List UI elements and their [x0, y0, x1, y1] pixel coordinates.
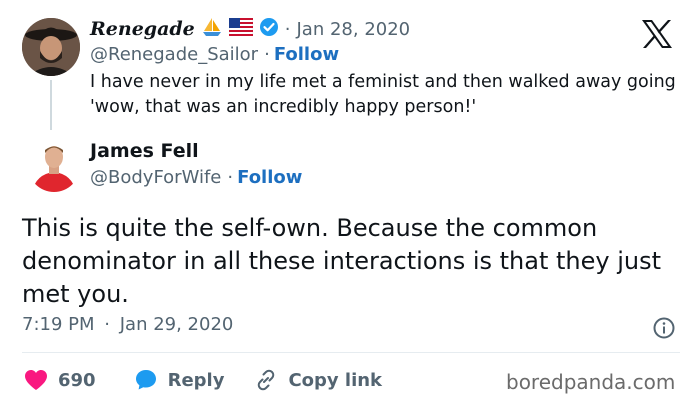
tweet-time: 7:19 PM: [22, 314, 95, 335]
us-flag-icon: [228, 17, 254, 40]
tweet-timestamp[interactable]: 7:19 PM · Jan 29, 2020: [22, 314, 233, 335]
thread-connector: [50, 80, 52, 130]
like-count: 690: [58, 369, 96, 391]
reply-handle-row: @BodyForWife · Follow: [90, 167, 302, 188]
quoted-author-handle[interactable]: @Renegade_Sailor: [90, 44, 258, 65]
reply-bubble-icon: [135, 370, 156, 390]
avatar-image: [28, 140, 80, 192]
reply-label: Reply: [167, 369, 225, 391]
follow-button[interactable]: Follow: [237, 167, 302, 188]
sailboat-icon: [201, 16, 223, 42]
quoted-tweet-date[interactable]: Jan 28, 2020: [297, 19, 411, 40]
avatar-image: [22, 18, 80, 76]
separator-dot: ·: [104, 314, 110, 335]
action-bar: 690 Reply Copy link: [24, 366, 382, 394]
follow-button[interactable]: Follow: [274, 44, 339, 65]
info-icon[interactable]: [652, 316, 676, 340]
quoted-author-row: Renegade · Jan 28, 2020: [90, 14, 410, 44]
separator-dot: ·: [264, 44, 270, 65]
quoted-handle-row: @Renegade_Sailor · Follow: [90, 44, 339, 65]
divider: [22, 352, 680, 353]
reply-author-handle[interactable]: @BodyForWife: [90, 167, 221, 188]
verified-badge-icon: [259, 17, 279, 41]
quoted-author-name[interactable]: Renegade: [90, 18, 195, 40]
quoted-tweet-text: I have never in my life met a feminist a…: [90, 72, 676, 117]
copy-link-label: Copy link: [288, 369, 383, 391]
x-logo-icon[interactable]: [640, 18, 674, 50]
avatar-renegade[interactable]: [22, 18, 80, 76]
heart-icon: [25, 370, 47, 390]
tweet-text: This is quite the self-own. Because the …: [22, 214, 662, 308]
link-icon: [258, 369, 275, 391]
avatar-james-fell[interactable]: [28, 140, 80, 192]
tweet-date: Jan 29, 2020: [119, 314, 234, 335]
separator-dot: ·: [284, 18, 291, 40]
quoted-tweet: Renegade · Jan 28, 2020 @Renegade_Sailor…: [0, 0, 700, 130]
boredpanda-watermark: boredpanda.com: [506, 370, 676, 394]
reply-button[interactable]: Reply: [134, 368, 225, 392]
separator-dot: ·: [227, 167, 234, 188]
copy-link-button[interactable]: Copy link: [254, 368, 382, 392]
like-button[interactable]: 690: [24, 369, 96, 391]
reply-author-name[interactable]: James Fell: [90, 140, 199, 162]
